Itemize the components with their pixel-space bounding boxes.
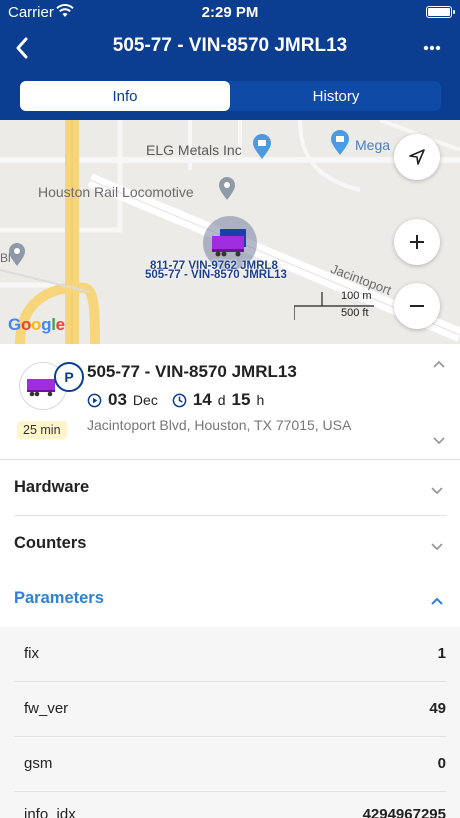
section-hardware[interactable]: Hardware <box>0 460 460 516</box>
param-name: fix <box>24 645 39 662</box>
section-label: Counters <box>14 534 87 552</box>
ellipsis-icon <box>423 45 441 51</box>
place-pin-icon[interactable] <box>218 177 236 206</box>
map-label-houston-rail: Houston Rail Locomotive <box>38 184 194 200</box>
device-address: Jacintoport Blvd, Houston, TX 77015, USA <box>87 417 352 433</box>
chevron-left-icon <box>16 37 28 59</box>
chevron-up-icon <box>430 593 444 611</box>
navigation-arrow-icon <box>409 149 425 165</box>
google-logo: Google <box>8 315 65 334</box>
section-parameters[interactable]: Parameters <box>0 571 460 627</box>
plus-icon <box>410 235 424 249</box>
date-day: 03 <box>108 390 127 409</box>
map-label-mega: Mega <box>355 137 391 153</box>
param-value: 0 <box>437 755 446 772</box>
locate-button[interactable] <box>394 134 440 180</box>
parking-badge: P <box>54 362 84 392</box>
play-circle-icon <box>87 393 102 407</box>
chevron-down-icon <box>430 538 444 556</box>
section-label: Hardware <box>14 478 90 496</box>
duration-days-unit: d <box>217 392 226 408</box>
param-row: info_idx 4294967295 <box>0 792 460 818</box>
zoom-out-button[interactable] <box>394 283 440 329</box>
date-month: Dec <box>132 392 158 408</box>
device-stats: 03 Dec 14 d 15 h <box>87 390 264 410</box>
app-header: Carrier 2:29 PM 505-77 - VIN-8570 JMRL13… <box>0 0 460 120</box>
shopping-bag-pin-icon[interactable] <box>330 130 350 161</box>
param-value: 1 <box>437 645 446 662</box>
map-label-elg-metals: ELG Metals Inc <box>146 142 242 158</box>
param-name: fw_ver <box>24 700 69 717</box>
minus-icon <box>410 305 424 307</box>
map-view[interactable]: ELG Metals Inc Mega Houston Rail Locomot… <box>0 120 460 344</box>
tab-switcher: Info History <box>20 81 441 111</box>
clock: 2:29 PM <box>201 4 259 21</box>
duration-days: 14 <box>192 390 212 409</box>
scale-imperial: 500 ft <box>341 307 369 319</box>
tab-history[interactable]: History <box>231 81 441 111</box>
param-value: 4294967295 <box>362 806 446 818</box>
scale-metric: 100 m <box>341 290 372 302</box>
zoom-in-button[interactable] <box>394 219 440 265</box>
device-title: 505-77 - VIN-8570 JMRL13 <box>87 362 297 381</box>
duration-hours: 15 <box>231 390 251 409</box>
last-update-badge: 25 min <box>17 421 67 439</box>
param-value: 49 <box>429 700 446 717</box>
clock-icon <box>172 393 187 407</box>
param-row: fix 1 <box>0 627 460 682</box>
nav-bar: 505-77 - VIN-8570 JMRL13 <box>0 30 460 66</box>
param-row: fw_ver 49 <box>0 682 460 737</box>
chevron-up-icon[interactable] <box>432 356 446 374</box>
battery-icon <box>426 6 455 18</box>
param-name: info_idx <box>24 806 76 818</box>
truck-icon <box>212 229 246 257</box>
shopping-pin-icon[interactable] <box>252 134 272 165</box>
page-title: 505-77 - VIN-8570 JMRL13 <box>112 35 348 56</box>
chevron-down-icon <box>430 482 444 500</box>
duration-hours-unit: h <box>256 392 265 408</box>
param-row: gsm 0 <box>0 737 460 792</box>
device-card[interactable]: P 25 min 505-77 - VIN-8570 JMRL13 03 Dec… <box>0 344 460 460</box>
param-name: gsm <box>24 755 53 772</box>
tab-info[interactable]: Info <box>20 81 230 111</box>
map-label-edge: Bl <box>0 251 11 265</box>
place-pin-icon-edge[interactable] <box>8 243 26 272</box>
back-button[interactable] <box>6 32 38 64</box>
map-scale: 100 m 500 ft <box>294 290 374 322</box>
section-label: Parameters <box>14 589 104 607</box>
marker-label-2: 505-77 - VIN-8570 JMRL13 <box>145 269 287 281</box>
status-bar: Carrier 2:29 PM <box>0 0 460 26</box>
chevron-down-icon[interactable] <box>432 432 446 450</box>
section-counters[interactable]: Counters <box>0 516 460 572</box>
more-options-button[interactable] <box>416 32 448 64</box>
